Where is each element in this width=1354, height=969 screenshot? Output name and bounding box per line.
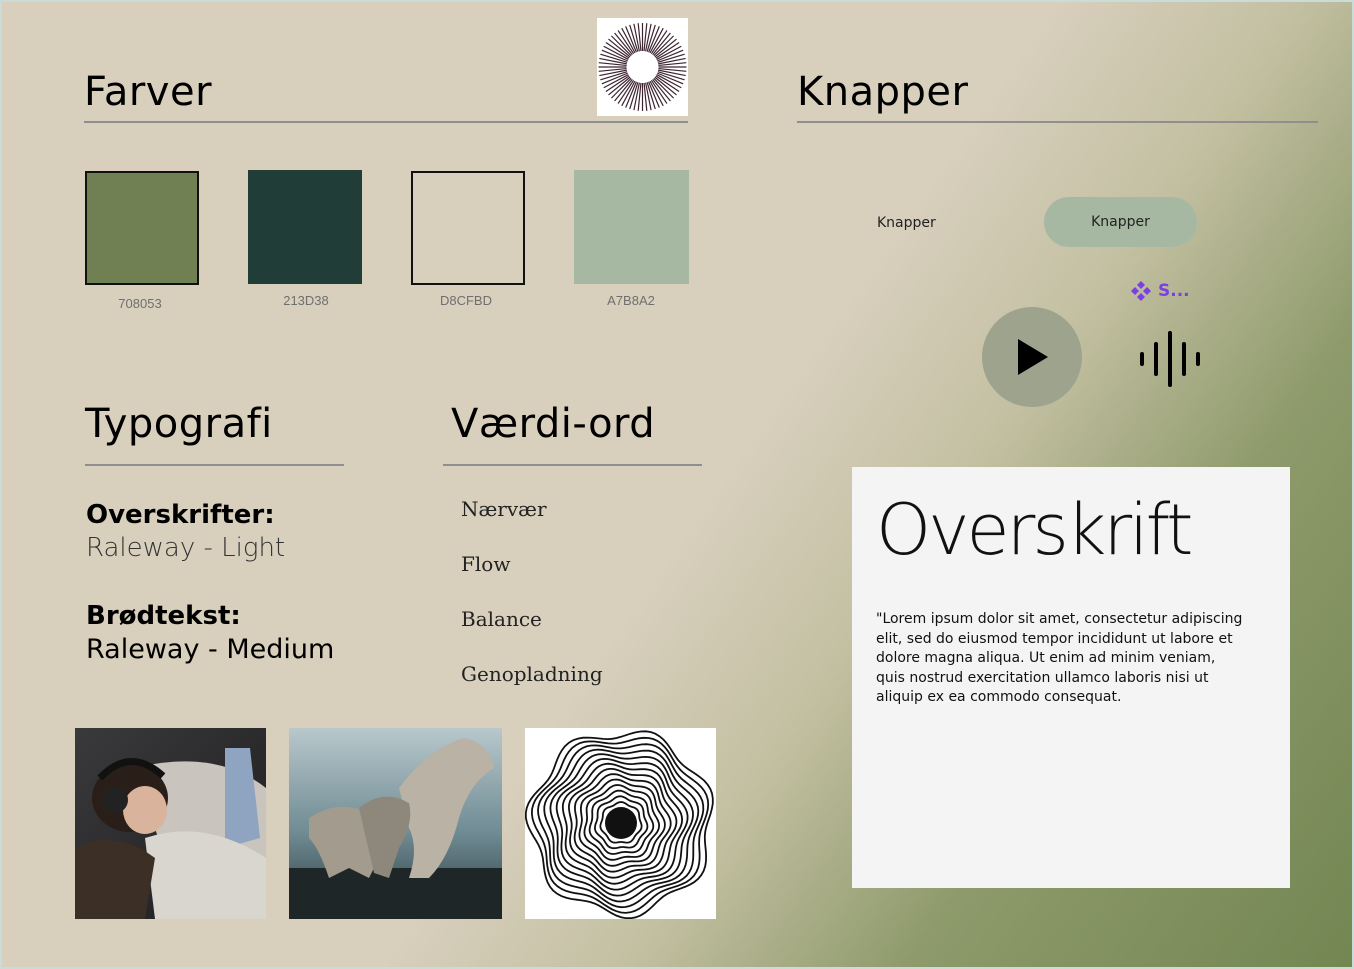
swatch-2 <box>248 170 362 284</box>
swatch-4-hex: A7B8A2 <box>607 293 655 308</box>
woman-headphones-image <box>75 728 266 919</box>
value-word: Balance <box>461 607 542 631</box>
swatch-3 <box>411 171 525 285</box>
vaerdi-ord-title: Værdi-ord <box>451 401 656 447</box>
component-icon <box>1131 281 1151 301</box>
concentric-rings-image <box>525 728 716 919</box>
body-label: Brødtekst: <box>86 601 241 631</box>
value-word: Nærvær <box>461 497 547 521</box>
typografi-rule <box>85 464 344 466</box>
swatch-2-hex: 213D38 <box>283 293 329 308</box>
card-body-text: "Lorem ipsum dolor sit amet, consectetur… <box>876 611 1243 705</box>
swatch-4 <box>574 170 689 284</box>
running-horses-image <box>289 728 502 919</box>
value-word: Flow <box>461 552 511 576</box>
headings-label: Overskrifter: <box>86 500 275 530</box>
swatch-1-hex: 708053 <box>118 296 162 311</box>
knapper-title: Knapper <box>797 69 969 115</box>
play-button[interactable] <box>982 307 1082 407</box>
typografi-title: Typografi <box>85 401 273 447</box>
farver-rule <box>84 121 688 123</box>
vaerdi-ord-rule <box>443 464 702 466</box>
card-heading: Overskrift <box>876 489 1193 571</box>
body-font: Raleway - Medium <box>86 634 335 665</box>
knapper-rule <box>797 121 1318 123</box>
pill-button[interactable]: Knapper <box>1044 197 1197 247</box>
swatch-3-hex: D8CFBD <box>439 293 492 308</box>
component-tag[interactable]: S... <box>1130 280 1190 302</box>
play-icon <box>1018 339 1048 375</box>
audio-waveform-icon[interactable] <box>1138 330 1202 388</box>
farver-title: Farver <box>84 69 213 115</box>
component-label: S... <box>1158 281 1190 301</box>
plain-button[interactable]: Knapper <box>877 215 936 231</box>
sample-card: Overskrift "Lorem ipsum dolor sit amet, … <box>852 467 1290 888</box>
headings-font: Raleway - Light <box>86 533 286 563</box>
sunburst-logo <box>597 18 688 116</box>
value-word: Genopladning <box>461 662 603 686</box>
swatch-1 <box>85 171 199 285</box>
